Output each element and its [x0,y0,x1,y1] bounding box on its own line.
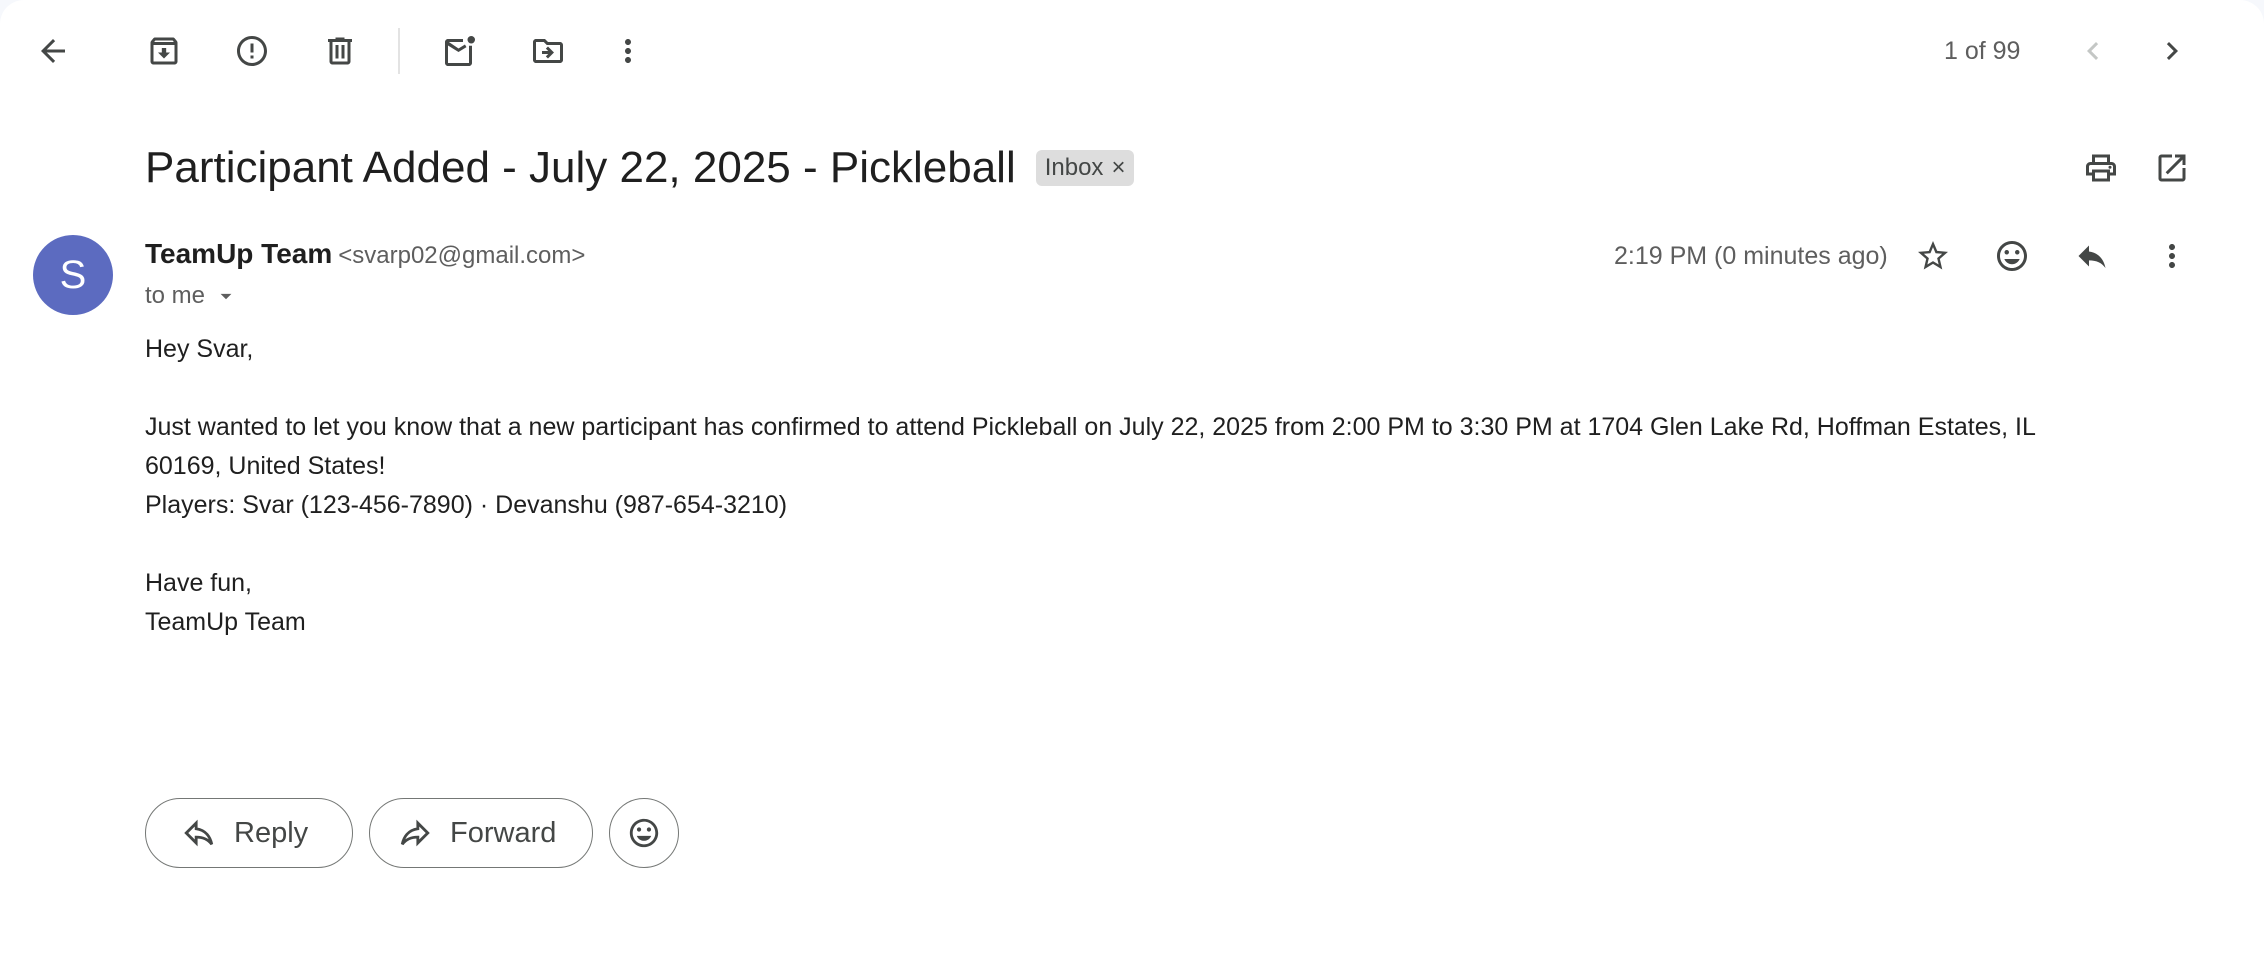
avatar-letter: S [59,252,87,297]
sender-name[interactable]: TeamUp Team [145,238,332,269]
archive-icon [150,37,178,65]
message-body: Hey Svar, Just wanted to let you know th… [145,330,2145,642]
sender-email: <svarp02@gmail.com> [338,242,586,269]
back-button[interactable] [23,21,83,81]
mark-unread-icon [445,36,475,66]
forward-icon [400,819,430,847]
more-vertical-icon [625,39,631,63]
move-to-folder-icon [533,39,563,63]
older-button[interactable] [2142,21,2202,81]
print-icon [2086,154,2116,182]
pagination-count: 1 of 99 [1944,37,2021,65]
closing: Have fun, [145,569,253,597]
delete-button[interactable] [310,21,370,81]
recipients-toggle[interactable]: to me [145,280,239,312]
more-actions-button[interactable] [598,21,658,81]
message-time: 2:19 PM (0 minutes ago) [1614,242,1888,270]
report-spam-icon [237,36,267,66]
body-line-1: Just wanted to let you know that a new p… [145,413,2036,441]
print-button[interactable] [2071,138,2131,198]
subject-title: Participant Added - July 22, 2025 - Pick… [145,143,1016,192]
sender-line: TeamUp Team <svarp02@gmail.com> [145,236,585,272]
message-more-button[interactable] [2142,226,2202,286]
message-view: 1 of 99 Participant Added - July 22, 202… [0,0,2264,970]
archive-button[interactable] [134,21,194,81]
subject-row: Participant Added - July 22, 2025 - Pick… [145,140,1135,196]
forward-label: Forward [450,816,557,849]
open-new-window-button[interactable] [2142,138,2202,198]
chevron-right-icon [2166,42,2178,60]
greeting: Hey Svar, [145,335,254,363]
reply-icon-button[interactable] [2062,226,2122,286]
reply-icon [184,819,214,847]
remove-label-button[interactable]: × [1111,154,1125,182]
newer-button[interactable] [2063,21,2123,81]
trash-icon [328,37,352,65]
reply-button[interactable]: Reply [145,798,353,868]
inbox-label-chip[interactable]: Inbox × [1035,150,1135,186]
react-button[interactable] [609,798,679,868]
arrow-back-icon [41,39,65,63]
sender-avatar[interactable]: S [33,235,113,315]
report-spam-button[interactable] [222,21,282,81]
recipients-text: to me [145,282,206,309]
chevron-left-icon [2087,42,2099,60]
forward-button[interactable]: Forward [369,798,593,868]
add-reaction-button[interactable] [1982,226,2042,286]
star-outline-icon [1918,241,1948,270]
emoji-icon [1997,241,2027,271]
star-button[interactable] [1903,226,1963,286]
label-text: Inbox [1044,154,1104,181]
reply-icon [2078,245,2106,268]
toolbar-divider [398,28,400,74]
reply-label: Reply [234,816,309,849]
move-to-button[interactable] [518,21,578,81]
open-in-new-icon [2158,154,2186,182]
caret-down-icon [220,293,232,300]
more-vertical-icon [2169,244,2175,268]
emoji-icon [629,818,659,848]
signature: TeamUp Team [145,608,306,636]
players-line: Players: Svar (123-456-7890) · Devanshu … [145,491,788,519]
body-line-2: 60169, United States! [145,452,386,480]
mark-unread-button[interactable] [430,21,490,81]
